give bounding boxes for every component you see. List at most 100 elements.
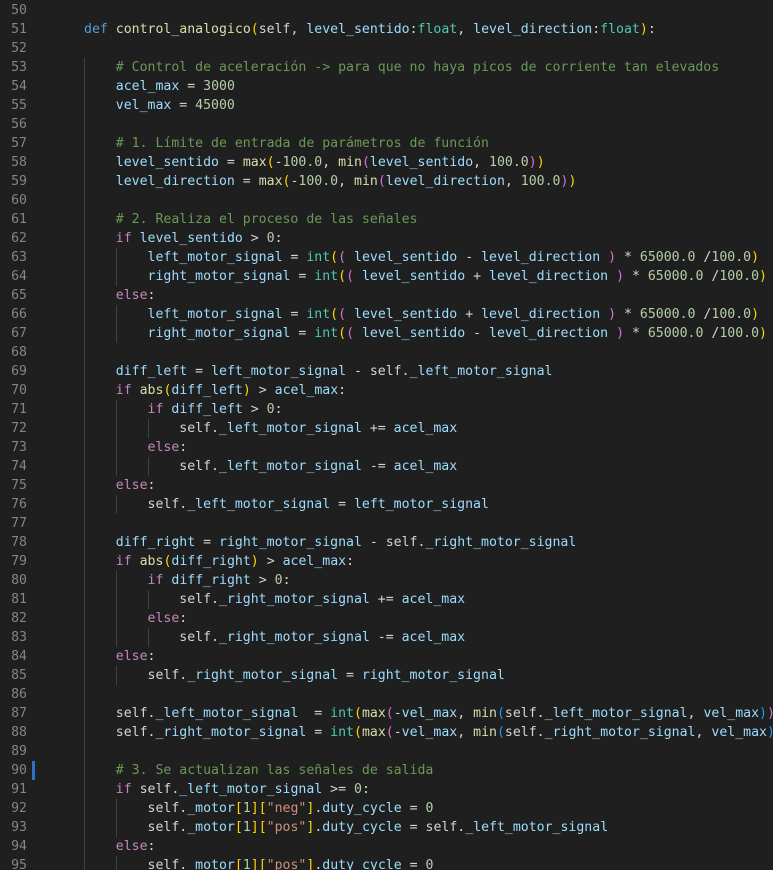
code-line[interactable]: 61 # 2. Realiza el proceso de las señale… <box>0 210 773 229</box>
code-token-bkt2: ( <box>346 326 355 341</box>
code-token-bkt2: ( <box>346 269 355 284</box>
code-token-var: vel_max <box>703 706 760 721</box>
code-token-var: _left_motor_signal <box>465 820 609 835</box>
code-token-bkt2: ( <box>377 174 386 189</box>
code-editor[interactable]: 50 51 def control_analogico(self, level_se… <box>0 0 773 870</box>
indent-guide <box>148 419 149 438</box>
code-token-kw: def <box>84 22 108 37</box>
code-token-text: self. <box>84 497 188 512</box>
code-token-text: + <box>465 269 490 284</box>
code-line[interactable]: 94 else: <box>0 837 773 856</box>
code-line[interactable]: 57 # 1. Límite de entrada de parámetros … <box>0 134 773 153</box>
code-token-text: self. <box>131 782 180 797</box>
indent-guide <box>148 628 149 647</box>
code-line[interactable]: 88 self._right_motor_signal = int(max(-v… <box>0 723 773 742</box>
code-token-var: acel_max <box>401 592 466 607</box>
code-token-text: > <box>242 231 267 246</box>
code-line[interactable]: 69 diff_left = left_motor_signal - self.… <box>0 362 773 381</box>
code-token-var: right_motor_signal <box>147 269 291 284</box>
code-line[interactable]: 87 self._left_motor_signal = int(max(-ve… <box>0 704 773 723</box>
line-number: 72 <box>11 421 27 436</box>
code-token-var: _right_motor_signal <box>155 725 307 740</box>
code-text: else: <box>84 837 156 856</box>
code-token-var: duty_cycle <box>322 801 402 816</box>
code-line[interactable]: 55 vel_max = 45000 <box>0 96 773 115</box>
code-token-text: : <box>647 22 656 37</box>
code-text: # Control de aceleración -> para que no … <box>84 58 719 77</box>
line-number: 55 <box>11 98 27 113</box>
code-token-var: vel_max <box>711 725 767 740</box>
code-line[interactable]: 51 def control_analogico(self, level_sent… <box>0 20 773 39</box>
code-token-text: - <box>393 725 402 740</box>
code-line[interactable]: 60 <box>0 191 773 210</box>
code-token-text: : <box>361 782 370 797</box>
code-token-text: = <box>187 364 212 379</box>
code-line[interactable]: 86 <box>0 685 773 704</box>
code-text: self._left_motor_signal -= acel_max <box>84 457 457 476</box>
code-line[interactable]: 70 if abs(diff_left) > acel_max: <box>0 381 773 400</box>
code-token-bkt2: ) <box>608 307 617 322</box>
code-line[interactable]: 54 acel_max = 3000 <box>0 77 773 96</box>
line-number: 76 <box>11 497 27 512</box>
code-token-var: acel_max <box>393 459 458 474</box>
code-token-text: : <box>147 478 156 493</box>
code-line[interactable]: 75 else: <box>0 476 773 495</box>
code-token-bkt1: [ <box>234 801 243 816</box>
code-token-var: acel_max <box>282 554 347 569</box>
code-token-bkt1: ) <box>751 307 760 322</box>
code-line[interactable]: 89 <box>0 742 773 761</box>
code-token-var: _motor <box>187 858 235 870</box>
code-token-text: , <box>695 725 712 740</box>
code-token-var: left_motor_signal <box>147 250 283 265</box>
line-number: 71 <box>11 402 27 417</box>
line-number: 80 <box>11 573 27 588</box>
code-text: self._motor[1]["neg"].duty_cycle = 0 <box>84 799 434 818</box>
code-token-var: _left_motor_signal <box>179 782 323 797</box>
code-line[interactable]: 78 diff_right = right_motor_signal - sel… <box>0 533 773 552</box>
code-line[interactable]: 62 if level_sentido > 0: <box>0 229 773 248</box>
code-line[interactable]: 53 # Control de aceleración -> para que … <box>0 58 773 77</box>
modified-line-marker[interactable] <box>32 761 35 780</box>
code-line[interactable]: 90 # 3. Se actualizan las señales de sal… <box>0 761 773 780</box>
code-text: level_direction = max(-100.0, min(level_… <box>84 172 577 191</box>
code-token-fn: max <box>242 155 267 170</box>
code-line[interactable]: 65 else: <box>0 286 773 305</box>
line-number: 64 <box>11 269 27 284</box>
code-token-text: - self. <box>346 364 410 379</box>
code-line[interactable]: 52 <box>0 39 773 58</box>
code-token-num: 0 <box>266 231 275 246</box>
code-token-text: - <box>465 326 490 341</box>
code-token-var: _right_motor_signal <box>218 630 370 645</box>
code-line[interactable]: 91 if self._left_motor_signal >= 0: <box>0 780 773 799</box>
code-text: if level_sentido > 0: <box>84 229 283 248</box>
code-token-text: : <box>274 231 283 246</box>
code-line[interactable]: 59 level_direction = max(-100.0, min(lev… <box>0 172 773 191</box>
code-token-text: = <box>234 174 259 189</box>
code-token-var: _right_motor_signal <box>187 668 339 683</box>
code-token-bkt3: ) <box>767 725 773 740</box>
code-token-text: , <box>687 706 704 721</box>
code-token-text: += <box>361 421 394 436</box>
code-line[interactable]: 56 <box>0 115 773 134</box>
code-line[interactable]: 68 <box>0 343 773 362</box>
code-token-text: = <box>330 497 354 512</box>
code-line[interactable]: 58 level_sentido = max(-100.0, min(level… <box>0 153 773 172</box>
line-number: 93 <box>11 820 27 835</box>
code-line[interactable]: 79 if abs(diff_right) > acel_max: <box>0 552 773 571</box>
code-line[interactable]: 50 <box>0 1 773 20</box>
code-token-text: = <box>401 801 426 816</box>
code-token-text: , <box>457 22 474 37</box>
code-line[interactable]: 84 else: <box>0 647 773 666</box>
code-token-var: diff_left <box>115 364 188 379</box>
code-text: vel_max = 45000 <box>84 96 235 115</box>
code-token-bkt1: ] <box>250 820 259 835</box>
code-line[interactable]: 77 <box>0 514 773 533</box>
